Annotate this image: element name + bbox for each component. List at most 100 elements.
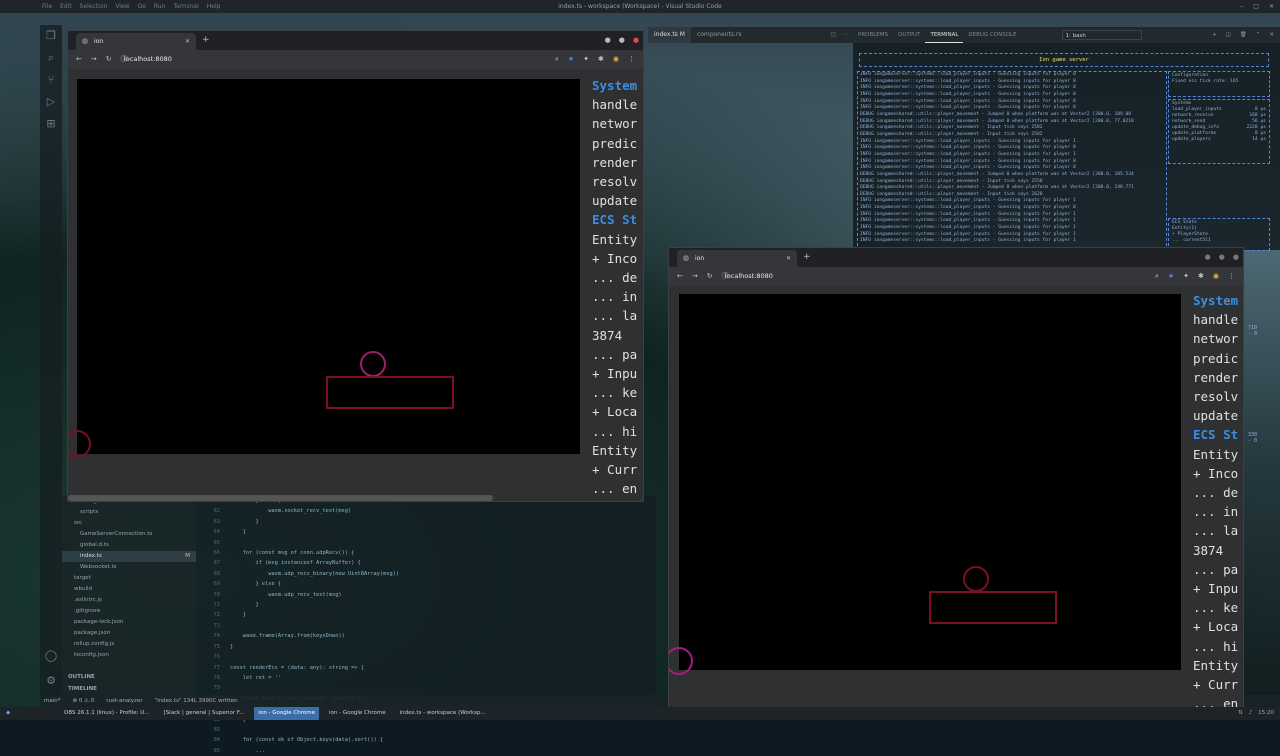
game-canvas[interactable] <box>68 79 580 458</box>
rust-analyzer-status[interactable]: rust-analyzer <box>106 695 142 707</box>
explorer-item[interactable]: rollup.config.js <box>62 639 196 650</box>
new-terminal-icon[interactable]: + <box>1212 27 1217 43</box>
minimize-icon[interactable]: ● <box>1205 251 1211 263</box>
avatar-icon[interactable]: ◉ <box>1213 267 1219 286</box>
taskbar-item[interactable]: index.ts - workspace (Worksp... <box>396 707 490 720</box>
zoom-icon[interactable]: ⌕ <box>1155 267 1159 286</box>
horizontal-scrollbar[interactable] <box>68 495 493 501</box>
game-canvas[interactable] <box>669 294 1181 675</box>
close-tab-icon[interactable]: ✕ <box>185 33 190 50</box>
menu-icon[interactable]: ⋮ <box>1228 267 1235 286</box>
close-panel-icon[interactable]: ✕ <box>1269 27 1274 43</box>
maximize-icon[interactable]: ● <box>619 34 625 46</box>
editor-tab[interactable]: index.ts M <box>648 27 691 43</box>
code-line: 62 wasm.socket_recv_text(msg) <box>196 506 656 516</box>
search-icon[interactable]: ⌕ <box>40 47 62 69</box>
taskbar-item[interactable]: ion - Google Chrome <box>325 707 390 720</box>
explorer-item[interactable]: .gitignore <box>62 606 196 617</box>
explorer-item[interactable]: .eslintrc.js <box>62 595 196 606</box>
minimize-icon[interactable]: ● <box>605 34 611 46</box>
panel-tab-debug-console[interactable]: DEBUG CONSOLE <box>963 27 1021 43</box>
back-icon[interactable]: ← <box>677 267 683 286</box>
puzzle-icon[interactable]: ✱ <box>598 50 604 69</box>
explorer-item[interactable]: src <box>62 518 196 529</box>
outline-section[interactable]: OUTLINE <box>68 672 95 683</box>
editor-actions: ◫ ⋯ <box>830 27 853 43</box>
taskbar-item[interactable]: ion - Google Chrome <box>254 707 319 720</box>
terminal[interactable]: Ion game server INFO iongameserver::syst… <box>853 43 1280 251</box>
files-icon[interactable]: ❐ <box>40 25 62 47</box>
line-number: 75 <box>213 643 220 650</box>
explorer-item[interactable]: wbuild <box>62 584 196 595</box>
forward-icon[interactable]: → <box>692 267 698 286</box>
close-icon[interactable]: ✕ <box>1269 0 1274 13</box>
new-tab-icon[interactable]: + <box>202 33 210 48</box>
extension-icon[interactable]: ✦ <box>583 50 589 69</box>
menu-icon[interactable]: ⋮ <box>628 50 635 69</box>
address-bar[interactable]: localhost:8080 <box>725 267 773 286</box>
editor-tab[interactable]: components.rs <box>691 27 748 43</box>
extension-icon[interactable]: ✦ <box>1183 267 1189 286</box>
panel-tab-problems[interactable]: PROBLEMS <box>853 27 893 43</box>
code-text: } <box>230 518 259 525</box>
avatar-icon[interactable]: ◉ <box>613 50 619 69</box>
explorer-item[interactable]: package-lock.json <box>62 617 196 628</box>
panel-tab-output[interactable]: OUTPUT <box>893 27 925 43</box>
reload-icon[interactable]: ↻ <box>106 50 112 69</box>
clock[interactable]: 15:20 <box>1258 707 1274 720</box>
close-tab-icon[interactable]: ✕ <box>786 250 791 267</box>
start-menu-icon[interactable]: ◆ <box>6 707 10 720</box>
browser-tab[interactable]: ◍ ion ✕ <box>677 250 797 267</box>
reload-icon[interactable]: ↻ <box>707 267 713 286</box>
maximize-icon[interactable]: ● <box>1219 251 1225 263</box>
taskbar-item[interactable]: OBS 26.1.1 (linux) - Profile: U... <box>60 707 154 720</box>
network-icon[interactable]: ⇅ <box>1238 707 1243 720</box>
volume-icon[interactable]: ♪ <box>1249 707 1253 720</box>
browser-window-right: ◍ ion ✕ + ● ● ● ← → ↻ ⓘ localhost:8080 ⌕… <box>668 247 1244 720</box>
zoom-icon[interactable]: ⌕ <box>555 50 559 69</box>
explorer-item[interactable]: package.json <box>62 628 196 639</box>
back-icon[interactable]: ← <box>76 50 82 69</box>
ecs-line: ... current511 <box>1172 238 1211 243</box>
maximize-icon[interactable]: □ <box>1253 0 1259 13</box>
extensions-icon[interactable]: ⊞ <box>40 113 62 135</box>
git-branch[interactable]: main* <box>44 695 61 707</box>
system-tray: ⇅ ♪ 15:20 <box>1238 707 1274 720</box>
close-icon[interactable]: ● <box>633 34 639 46</box>
explorer-item[interactable]: Websocket.ts <box>62 562 196 573</box>
bookmark-star-icon[interactable]: ★ <box>1168 267 1174 286</box>
explorer-item-label: .eslintrc.js <box>74 597 103 603</box>
line-number: 62 <box>213 508 220 515</box>
split-editor-icon[interactable]: ◫ <box>830 27 836 43</box>
split-terminal-icon[interactable]: ◫ <box>1226 27 1231 43</box>
taskbar-item[interactable]: [Slack | general | Superior F... <box>160 707 249 720</box>
explorer-item[interactable]: GameServerConnection.ts <box>62 529 196 540</box>
debug-icon[interactable]: ▷ <box>40 91 62 113</box>
address-bar[interactable]: localhost:8080 <box>124 50 172 69</box>
explorer-item[interactable]: global.d.ts <box>62 540 196 551</box>
browser-tab[interactable]: ◍ ion ✕ <box>76 33 196 50</box>
close-icon[interactable]: ● <box>1233 251 1239 263</box>
account-icon[interactable]: ◯ <box>40 645 62 667</box>
more-icon[interactable]: ⋯ <box>843 27 849 43</box>
code-editor[interactable]: 61 } else {62 wasm.socket_recv_text(msg)… <box>196 496 656 754</box>
panel-tab-terminal[interactable]: TERMINAL <box>925 27 964 43</box>
timeline-section[interactable]: TIMELINE <box>68 684 97 695</box>
puzzle-icon[interactable]: ✱ <box>1198 267 1204 286</box>
new-tab-icon[interactable]: + <box>803 250 811 265</box>
code-line: 64 } <box>196 527 656 537</box>
explorer-item[interactable]: target <box>62 573 196 584</box>
forward-icon[interactable]: → <box>91 50 97 69</box>
status-item[interactable]: ⊗ 0 ⚠ 0 <box>73 695 95 707</box>
terminal-select[interactable]: 1: bash <box>1061 30 1142 40</box>
settings-gear-icon[interactable]: ⚙ <box>40 670 62 692</box>
code-line: 74 wasm.frame(Array.from(keysDown)) <box>196 631 656 641</box>
source-control-icon[interactable]: ⑂ <box>40 69 62 91</box>
explorer-item[interactable]: index.ts M <box>62 551 196 562</box>
maximize-panel-icon[interactable]: ⌃ <box>1256 27 1261 43</box>
trash-icon[interactable]: 🗑 <box>1240 27 1247 43</box>
explorer-item[interactable]: tsconfig.json <box>62 650 196 661</box>
explorer-item[interactable]: scripts <box>62 507 196 518</box>
minimize-icon[interactable]: – <box>1240 0 1243 13</box>
bookmark-star-icon[interactable]: ★ <box>568 50 574 69</box>
